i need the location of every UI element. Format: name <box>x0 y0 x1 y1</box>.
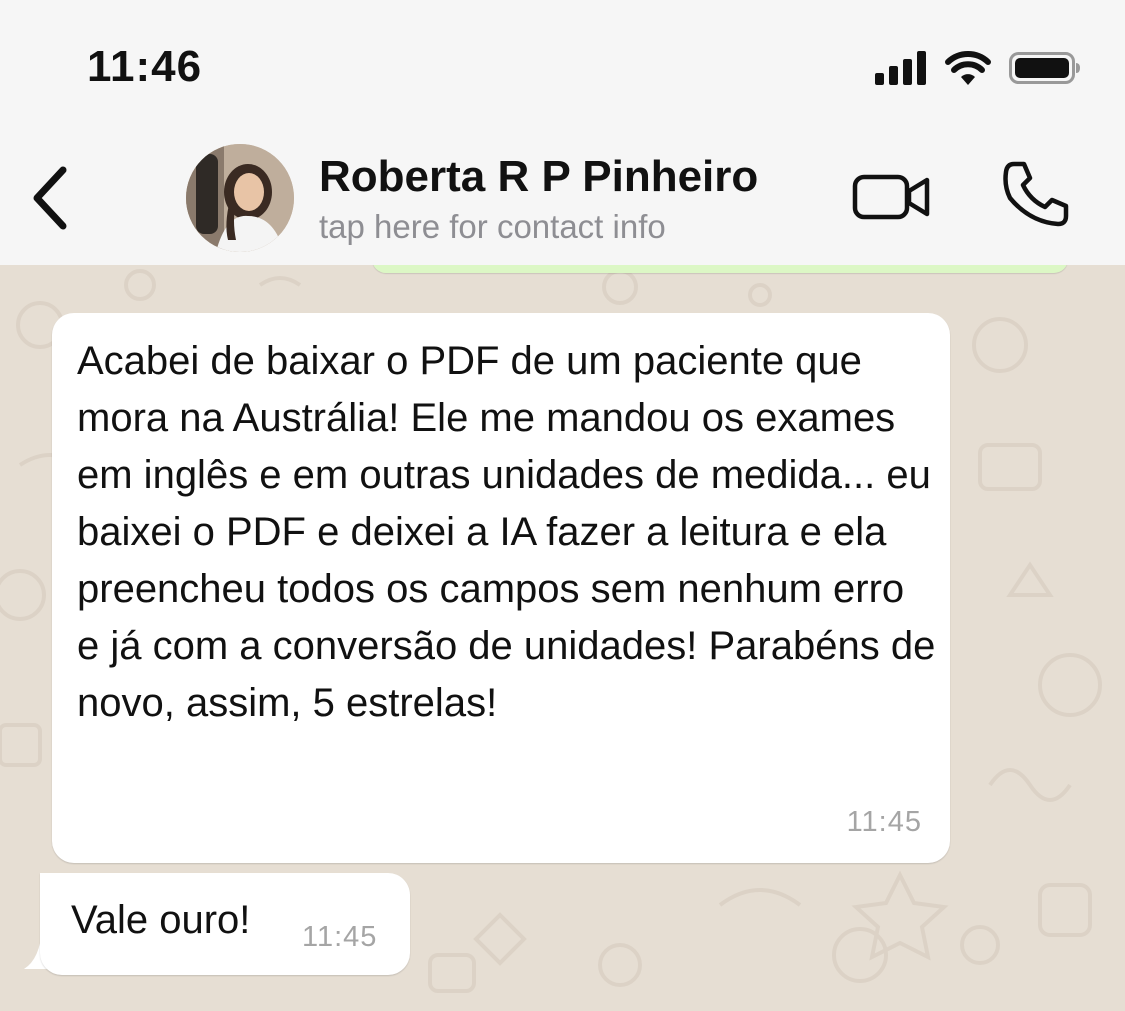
chat-header: Roberta R P Pinheiro tap here for contac… <box>0 132 1125 265</box>
cellular-signal-icon <box>875 50 927 90</box>
previous-outgoing-bubble <box>372 265 1068 273</box>
message-bubble-incoming[interactable]: Vale ouro! 11:45 <box>40 873 410 975</box>
message-timestamp: 11:45 <box>846 806 922 838</box>
back-button[interactable] <box>24 160 74 236</box>
video-camera-icon <box>852 174 930 220</box>
phone-icon <box>1003 161 1069 227</box>
battery-icon <box>1009 51 1081 90</box>
message-text: Vale ouro! <box>71 898 251 942</box>
status-bar: 11:46 <box>0 0 1125 132</box>
message-bubble-incoming[interactable]: Acabei de baixar o PDF de um paciente qu… <box>52 313 950 863</box>
message-timestamp: 11:45 <box>302 921 378 953</box>
message-text: Acabei de baixar o PDF de um paciente qu… <box>77 339 936 725</box>
contact-info-link[interactable]: tap here for contact info <box>319 208 666 246</box>
avatar[interactable] <box>186 144 294 252</box>
voice-call-button[interactable] <box>1000 158 1072 230</box>
status-time: 11:46 <box>87 42 203 91</box>
contact-photo <box>186 144 294 252</box>
chat-area[interactable]: Acabei de baixar o PDF de um paciente qu… <box>0 265 1125 1011</box>
contact-name[interactable]: Roberta R P Pinheiro <box>319 152 758 202</box>
video-call-button[interactable] <box>852 170 932 224</box>
status-icons <box>875 50 1081 90</box>
wifi-icon <box>945 50 991 90</box>
chevron-left-icon <box>33 166 67 230</box>
